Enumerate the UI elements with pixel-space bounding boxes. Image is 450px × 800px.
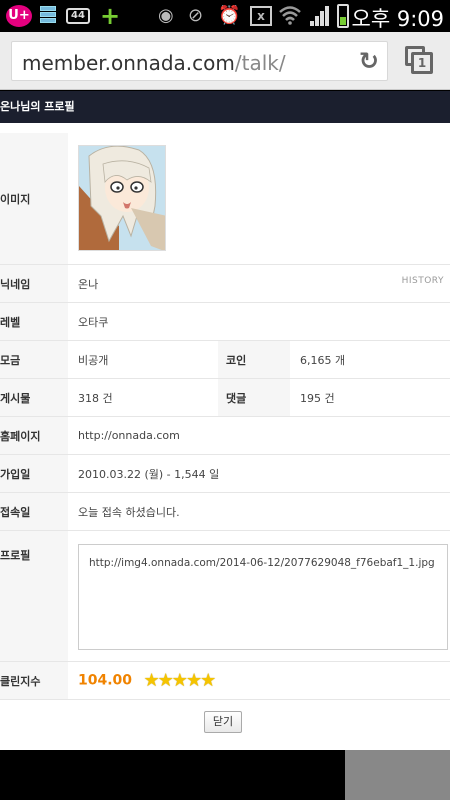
status-bar: U+ 44 + ◉ ⊘ ⏰ x 오후 9:09 [0,0,450,32]
joined-label: 가입일 [0,454,68,493]
nickname-value: 온나 [78,277,99,291]
clean-index-value: 104.00 [78,672,133,689]
homepage-label: 홈페이지 [0,416,68,455]
table-row: 닉네임 온나 HISTORY [0,264,450,303]
notification-count-icon: 44 [66,8,90,24]
table-row: 가입일 2010.03.22 (월) - 1,544 일 [0,454,450,493]
bottom-bar [0,750,450,800]
profile-text: http://img4.onnada.com/2014-06-12/207762… [78,544,448,650]
lastlogin-value: 오늘 접속 하셨습니다. [68,492,450,531]
page-title: 온나님의 프로필 [0,91,450,123]
bottom-gray-block [345,750,450,800]
url-path: /talk/ [234,51,286,75]
profile-page: 온나님의 프로필 이미지 닉네임 온나 HISTORY 레벨 오타쿠 모금 비공… [0,91,450,750]
table-row: 홈페이지 http://onnada.com [0,416,450,455]
alarm-icon: ⏰ [218,5,241,26]
star-rating-icon: ★★★★★ [143,670,217,691]
tab-count-icon: 1 [411,52,433,74]
profile-table: 이미지 닉네임 온나 HISTORY 레벨 오타쿠 모금 비공개 코인 6,16… [0,133,450,700]
table-row: 접속일 오늘 접속 하셨습니다. [0,492,450,531]
table-row: 모금 비공개 코인 6,165 개 [0,340,450,379]
url-bar[interactable]: member.onnada.com/talk/ ↻ [11,41,388,81]
image-cell [68,133,450,265]
avatar [78,145,166,251]
plus-icon: + [100,2,121,30]
coin-value: 6,165 개 [290,340,450,379]
level-label: 레벨 [0,302,68,341]
joined-value: 2010.03.22 (월) - 1,544 일 [68,454,450,493]
table-row: 클린지수 104.00 ★★★★★ [0,661,450,700]
history-link[interactable]: HISTORY [402,276,444,286]
posts-value: 318 건 [68,378,218,417]
eye-icon: ◉ [158,5,174,26]
posts-label: 게시물 [0,378,68,417]
signal-icon [310,6,330,26]
mute-icon: ⊘ [188,5,204,26]
reload-icon[interactable]: ↻ [359,49,379,73]
url-text[interactable]: member.onnada.com/talk/ [22,51,286,75]
nfc-icon: x [250,6,272,26]
gender-label: 모금 [0,340,68,379]
avatar-illustration [79,146,165,250]
comments-value: 195 건 [290,378,450,417]
homepage-link[interactable]: http://onnada.com [68,416,450,455]
coin-label: 코인 [218,340,290,379]
nickname-cell: 온나 HISTORY [68,264,450,303]
status-time: 오후 9:09 [351,7,444,31]
comments-label: 댓글 [218,378,290,417]
level-value: 오타쿠 [68,302,450,341]
table-row: 이미지 [0,133,450,265]
clean-index-label: 클린지수 [0,661,68,700]
clean-index-cell: 104.00 ★★★★★ [68,661,450,700]
browser-toolbar: member.onnada.com/talk/ ↻ 1 [0,32,450,90]
database-icon [40,6,56,26]
profile-label: 프로필 [0,530,68,662]
profile-cell: http://img4.onnada.com/2014-06-12/207762… [68,530,450,662]
carrier-badge-icon: U+ [6,5,32,27]
url-host: member.onnada.com [22,51,235,75]
table-row: 레벨 오타쿠 [0,302,450,341]
tabs-button[interactable]: 1 [405,46,433,74]
gender-value: 비공개 [68,340,218,379]
lastlogin-label: 접속일 [0,492,68,531]
nickname-label: 닉네임 [0,264,68,303]
close-button[interactable]: 닫기 [204,711,242,733]
image-label: 이미지 [0,133,68,265]
wifi-icon [278,5,302,25]
table-row: 게시물 318 건 댓글 195 건 [0,378,450,417]
table-row: 프로필 http://img4.onnada.com/2014-06-12/20… [0,530,450,662]
battery-icon [337,4,349,28]
